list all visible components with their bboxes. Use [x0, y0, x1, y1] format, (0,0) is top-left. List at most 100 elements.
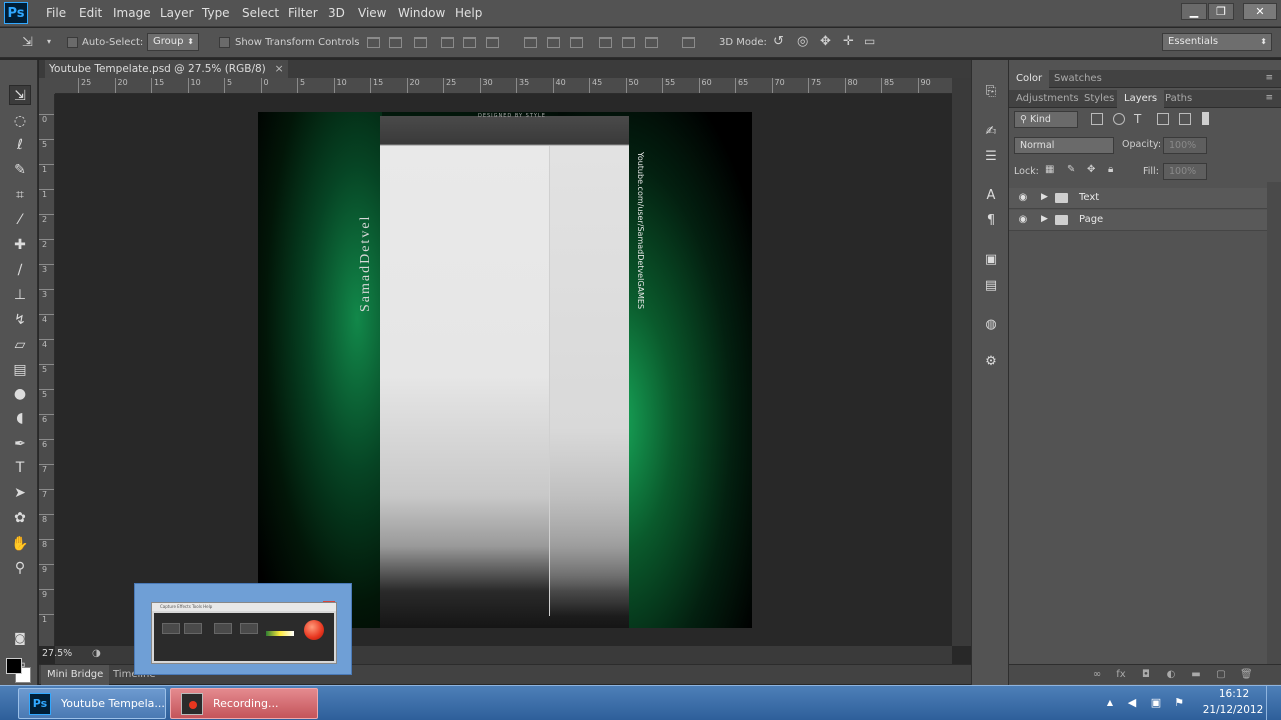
clock-date[interactable]: 21/12/2012 — [1200, 704, 1266, 716]
paragraph-panel-icon[interactable]: ¶ — [981, 211, 1001, 231]
info-panel-icon[interactable]: ▣ — [981, 250, 1001, 270]
smart-object-filter-icon[interactable] — [1179, 113, 1191, 125]
tab-adjustments[interactable]: Adjustments — [1009, 90, 1086, 108]
vertical-ruler[interactable]: 0 5 1 1 2 2 3 3 4 4 5 5 6 6 7 7 8 8 9 9 1 — [39, 94, 55, 646]
brush-panel-icon[interactable]: ✍ — [981, 122, 1001, 142]
show-hidden-icons-icon[interactable]: ▲ — [1103, 696, 1117, 710]
chevron-down-icon[interactable]: ▾ — [47, 37, 51, 46]
properties-panel-icon[interactable]: ⚙ — [981, 352, 1001, 372]
lasso-tool-icon[interactable]: ℓ — [9, 135, 31, 155]
layers-scrollbar[interactable] — [1267, 182, 1281, 664]
opacity-field[interactable]: 100% — [1163, 137, 1207, 154]
pixel-filter-icon[interactable] — [1091, 113, 1103, 125]
panel-menu-icon[interactable]: ≡ — [1265, 73, 1273, 83]
new-group-icon[interactable]: ▬ — [1190, 669, 1202, 681]
tab-mini-bridge[interactable]: Mini Bridge — [41, 665, 110, 685]
close-window-button[interactable]: ✕ — [1243, 3, 1277, 20]
adjustment-filter-icon[interactable] — [1113, 113, 1125, 125]
action-center-icon[interactable]: ⚑ — [1172, 696, 1186, 710]
3d-drag-icon[interactable]: ✥ — [820, 34, 831, 49]
record-button[interactable] — [304, 620, 324, 640]
recorder-window[interactable]: x Capture Effects Tools Help — [134, 583, 352, 675]
layer-row[interactable]: ◉ ▶ Page — [1009, 210, 1267, 231]
document-canvas[interactable]: DESIGNED BY STYLE SamadDetvel Youtube.co… — [258, 112, 752, 628]
auto-align-icon[interactable] — [682, 37, 695, 48]
show-desktop-button[interactable] — [1266, 686, 1281, 720]
type-filter-icon[interactable]: T — [1134, 112, 1141, 126]
align-top-icon[interactable] — [367, 37, 380, 48]
add-mask-icon[interactable]: ◘ — [1140, 669, 1152, 681]
3d-scale-icon[interactable]: ▭ — [864, 34, 875, 48]
workspace-dropdown[interactable]: Essentials ⬍ — [1162, 33, 1272, 51]
shape-filter-icon[interactable] — [1157, 113, 1169, 125]
tab-color[interactable]: Color — [1009, 70, 1050, 88]
align-right-icon[interactable] — [486, 37, 499, 48]
3d-slide-icon[interactable]: ✛ — [843, 34, 854, 49]
type-tool-icon[interactable]: T — [9, 458, 31, 478]
menu-select[interactable]: Select — [242, 6, 279, 20]
notes-panel-icon[interactable]: ▤ — [981, 276, 1001, 296]
visibility-eye-icon[interactable]: ◉ — [1017, 192, 1029, 204]
tab-swatches[interactable]: Swatches — [1047, 70, 1109, 88]
recorder-fullscreen-icon[interactable] — [162, 623, 180, 634]
new-layer-icon[interactable]: ▢ — [1215, 669, 1227, 681]
marquee-tool-icon[interactable]: ◌ — [9, 111, 31, 131]
visibility-eye-icon[interactable]: ◉ — [1017, 214, 1029, 226]
adjustment-panel-icon[interactable]: ☰ — [981, 147, 1001, 167]
ruler-corner[interactable] — [39, 78, 55, 94]
document-tab[interactable]: Youtube Tempelate.psd @ 27.5% (RGB/8) × — [45, 60, 288, 78]
align-vcenter-icon[interactable] — [389, 37, 402, 48]
fill-field[interactable]: 100% — [1163, 163, 1207, 180]
expand-arrow-icon[interactable]: ▶ — [1041, 192, 1048, 202]
tab-styles[interactable]: Styles — [1077, 90, 1121, 108]
history-panel-icon[interactable]: ⎘ — [981, 82, 1001, 102]
distribute-right-icon[interactable] — [645, 37, 658, 48]
align-left-icon[interactable] — [441, 37, 454, 48]
menu-type[interactable]: Type — [202, 6, 230, 20]
lock-image-icon[interactable]: ✎ — [1067, 164, 1075, 175]
align-hcenter-icon[interactable] — [463, 37, 476, 48]
layer-filter-dropdown[interactable]: ⚲ Kind — [1014, 111, 1078, 128]
menu-file[interactable]: File — [46, 6, 66, 20]
taskbar-photoshop-button[interactable]: Ps Youtube Tempela... — [18, 688, 166, 719]
distribute-hcenter-icon[interactable] — [622, 37, 635, 48]
move-tool-icon[interactable]: ⇲ — [9, 85, 31, 105]
crop-tool-icon[interactable]: ⌗ — [9, 185, 31, 205]
expand-arrow-icon[interactable]: ▶ — [1041, 214, 1048, 224]
auto-select-dropdown[interactable]: Group ⬍ — [147, 33, 199, 51]
close-tab-icon[interactable]: × — [275, 60, 284, 78]
lock-all-icon[interactable]: 🔒︎ — [1108, 164, 1113, 175]
history-brush-tool-icon[interactable]: ↯ — [9, 310, 31, 330]
3d-roll-icon[interactable]: ◎ — [797, 34, 808, 49]
menu-edit[interactable]: Edit — [79, 6, 102, 20]
menu-window[interactable]: Window — [398, 6, 445, 20]
taskbar-recording-button[interactable]: Recording... — [170, 688, 318, 719]
link-layers-icon[interactable]: ∞ — [1091, 669, 1103, 681]
lock-transparent-icon[interactable]: ▦ — [1045, 164, 1054, 175]
shape-tool-icon[interactable]: ✿ — [9, 508, 31, 528]
restore-button[interactable]: ❐ — [1208, 3, 1234, 20]
tab-paths[interactable]: Paths — [1158, 90, 1199, 108]
pen-tool-icon[interactable]: ✒ — [9, 434, 31, 454]
horizontal-ruler[interactable]: 25 20 15 10 5 0 5 10 15 20 25 30 35 40 45 50 55 60 65 70 75 8… — [55, 78, 952, 94]
brush-tool-icon[interactable]: ∕ — [9, 260, 31, 280]
character-panel-icon[interactable]: A — [981, 186, 1001, 206]
gradient-tool-icon[interactable]: ▤ — [9, 360, 31, 380]
recorder-webcam-icon[interactable] — [214, 623, 232, 634]
quick-mask-icon[interactable]: ◙ — [9, 628, 31, 648]
healing-brush-tool-icon[interactable]: ✚ — [9, 235, 31, 255]
path-select-tool-icon[interactable]: ➤ — [9, 483, 31, 503]
recorder-audio-icon[interactable] — [240, 623, 258, 634]
layer-row[interactable]: ◉ ▶ Text — [1009, 188, 1267, 209]
network-icon[interactable]: ▣ — [1149, 696, 1163, 710]
hand-tool-icon[interactable]: ✋ — [9, 534, 31, 554]
move-tool-preset-icon[interactable]: ⇲ — [22, 35, 33, 50]
menu-3d[interactable]: 3D — [328, 6, 345, 20]
dodge-tool-icon[interactable]: ◖ — [9, 408, 31, 428]
3d-rotate-icon[interactable]: ↺ — [773, 34, 784, 49]
fx-icon[interactable]: fx — [1115, 669, 1127, 681]
clock-time[interactable]: 16:12 — [1212, 688, 1256, 700]
quick-select-tool-icon[interactable]: ✎ — [9, 160, 31, 180]
foreground-color-swatch[interactable] — [6, 658, 22, 674]
recorder-menubar[interactable]: Capture Effects Tools Help — [152, 603, 336, 611]
